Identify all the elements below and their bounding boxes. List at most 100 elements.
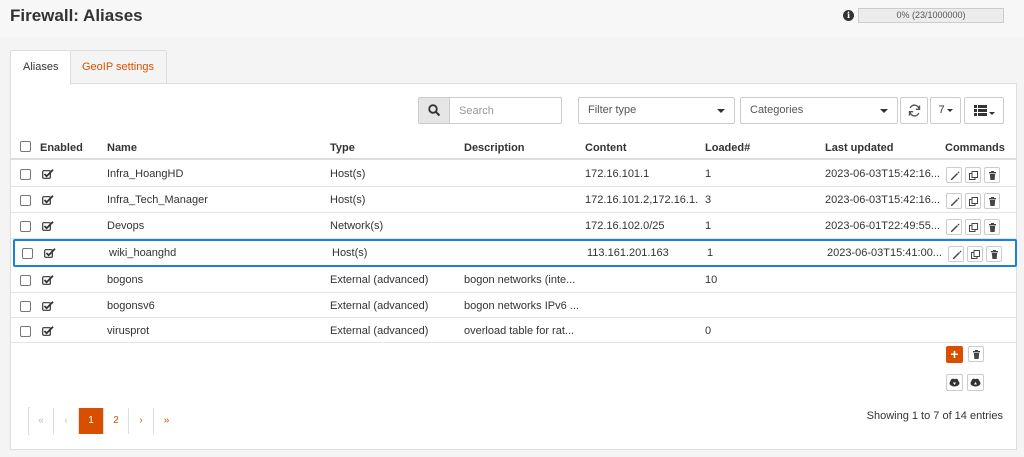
select-all-checkbox[interactable] xyxy=(20,141,31,152)
column-header-content[interactable]: Content xyxy=(585,142,627,154)
upload-button[interactable] xyxy=(967,374,984,391)
tab-geoip-settings[interactable]: GeoIP settings xyxy=(69,50,167,84)
table-header: Enabled Name Type Description Content Lo… xyxy=(11,136,1016,160)
column-header-last-updated[interactable]: Last updated xyxy=(825,142,893,154)
refresh-button[interactable] xyxy=(900,97,928,124)
table-row[interactable]: Infra_Tech_Manager Host(s) 172.16.101.2,17… xyxy=(11,187,1016,213)
cell-loaded: 10 xyxy=(705,274,718,286)
top-bar: Firewall: Aliases i 0% (23/1000000) xyxy=(0,0,1024,38)
checked-square-icon[interactable] xyxy=(42,301,54,311)
edit-button[interactable] xyxy=(946,167,962,183)
column-header-loaded[interactable]: Loaded# xyxy=(705,142,750,154)
edit-button[interactable] xyxy=(946,219,962,235)
cell-description: bogon networks IPv6 ... xyxy=(464,300,579,312)
row-select-checkbox[interactable] xyxy=(22,248,33,259)
table-row[interactable]: Devops Network(s) 172.16.102.0/25 1 2023-06-… xyxy=(11,213,1016,239)
copy-button[interactable] xyxy=(965,193,981,209)
row-select-checkbox[interactable] xyxy=(20,275,31,286)
copy-icon xyxy=(969,171,978,180)
add-alias-button[interactable]: + xyxy=(946,346,963,363)
copy-button[interactable] xyxy=(965,219,981,235)
aliases-panel: Filter type Categories 7 Enabled Name Ty… xyxy=(10,83,1017,450)
chevron-down-icon xyxy=(880,109,888,113)
checked-square-icon[interactable] xyxy=(42,195,54,205)
column-header-enabled[interactable]: Enabled xyxy=(40,142,83,154)
delete-button[interactable] xyxy=(984,219,1000,235)
table-row[interactable]: bogons External (advanced) bogon networks … xyxy=(11,267,1016,293)
delete-button[interactable] xyxy=(984,193,1000,209)
rows-per-page-dropdown[interactable]: 7 xyxy=(930,97,961,124)
categories-select[interactable]: Categories xyxy=(740,97,898,124)
cell-name: wiki_hoanghd xyxy=(109,247,177,259)
cell-description: bogon networks (inte... xyxy=(464,274,576,286)
search-button[interactable] xyxy=(419,98,450,123)
tab-aliases[interactable]: Aliases xyxy=(10,50,72,85)
column-selector-button[interactable] xyxy=(964,97,1004,124)
row-select-checkbox[interactable] xyxy=(20,221,31,232)
cloud-download-icon xyxy=(949,378,960,387)
trash-icon xyxy=(991,250,998,259)
row-select-checkbox[interactable] xyxy=(20,169,31,180)
cell-content: 172.16.102.0/25 xyxy=(585,220,665,232)
copy-icon xyxy=(969,223,978,232)
copy-icon xyxy=(971,250,980,259)
row-select-checkbox[interactable] xyxy=(20,301,31,312)
cell-loaded: 3 xyxy=(705,194,712,206)
chevron-down-icon xyxy=(946,108,953,112)
delete-button[interactable] xyxy=(984,167,1000,183)
checked-square-icon[interactable] xyxy=(42,169,54,179)
table-row[interactable]: wiki_hoanghd Host(s) 113.161.201.163 1 2023-… xyxy=(13,239,1017,267)
checked-square-icon[interactable] xyxy=(42,326,54,336)
download-button[interactable] xyxy=(946,374,963,391)
copy-button[interactable] xyxy=(965,167,981,183)
pagination-next-button[interactable]: › xyxy=(129,408,154,434)
alias-usage-bar: 0% (23/1000000) xyxy=(858,8,1004,23)
delete-button[interactable] xyxy=(986,246,1002,262)
checked-square-icon[interactable] xyxy=(44,248,56,258)
edit-button[interactable] xyxy=(948,246,964,262)
cell-content: 113.161.201.163 xyxy=(587,247,669,259)
pagination-page-2[interactable]: 2 xyxy=(104,408,129,434)
search-input[interactable] xyxy=(451,98,559,123)
cell-loaded: 1 xyxy=(705,220,712,232)
filter-type-select[interactable]: Filter type xyxy=(578,97,735,124)
trash-icon xyxy=(989,171,996,180)
rows-per-page-value: 7 xyxy=(938,104,945,116)
pagination: « ‹ 1 2 › » xyxy=(28,407,179,435)
cell-name: bogonsv6 xyxy=(107,300,155,312)
table-row[interactable]: bogonsv6 External (advanced) bogon network… xyxy=(11,293,1016,318)
pencil-icon xyxy=(951,197,960,206)
pagination-prev-button[interactable]: ‹ xyxy=(54,408,79,434)
filter-type-label: Filter type xyxy=(588,104,637,116)
checked-square-icon[interactable] xyxy=(42,275,54,285)
table-row[interactable]: Infra_HoangHD Host(s) 172.16.101.1 1 2023-06… xyxy=(11,161,1016,187)
cell-loaded: 0 xyxy=(705,325,712,337)
trash-icon xyxy=(989,223,996,232)
pagination-first-button[interactable]: « xyxy=(29,408,54,434)
table-row[interactable]: virusprot External (advanced) overload tab… xyxy=(11,318,1016,343)
row-select-checkbox[interactable] xyxy=(20,326,31,337)
column-header-commands: Commands xyxy=(945,142,1005,154)
column-header-name[interactable]: Name xyxy=(107,142,137,154)
pagination-page-1[interactable]: 1 xyxy=(79,408,104,434)
info-icon[interactable]: i xyxy=(843,10,854,21)
trash-icon xyxy=(973,350,980,359)
copy-button[interactable] xyxy=(967,246,983,262)
delete-selected-button[interactable] xyxy=(968,346,984,362)
cell-loaded: 1 xyxy=(705,168,712,180)
entries-info: Showing 1 to 7 of 14 entries xyxy=(866,410,1003,422)
checked-square-icon[interactable] xyxy=(42,221,54,231)
cloud-upload-icon xyxy=(970,378,981,387)
cell-name: bogons xyxy=(107,274,144,286)
edit-button[interactable] xyxy=(946,193,962,209)
categories-label: Categories xyxy=(750,104,804,116)
cell-loaded: 1 xyxy=(707,247,714,259)
cell-type: Host(s) xyxy=(332,247,368,259)
pencil-icon xyxy=(951,223,960,232)
column-header-description[interactable]: Description xyxy=(464,142,525,154)
pagination-last-button[interactable]: » xyxy=(154,408,179,434)
row-select-checkbox[interactable] xyxy=(20,195,31,206)
column-header-type[interactable]: Type xyxy=(330,142,355,154)
cell-type: External (advanced) xyxy=(330,274,429,286)
cell-type: Network(s) xyxy=(330,220,384,232)
